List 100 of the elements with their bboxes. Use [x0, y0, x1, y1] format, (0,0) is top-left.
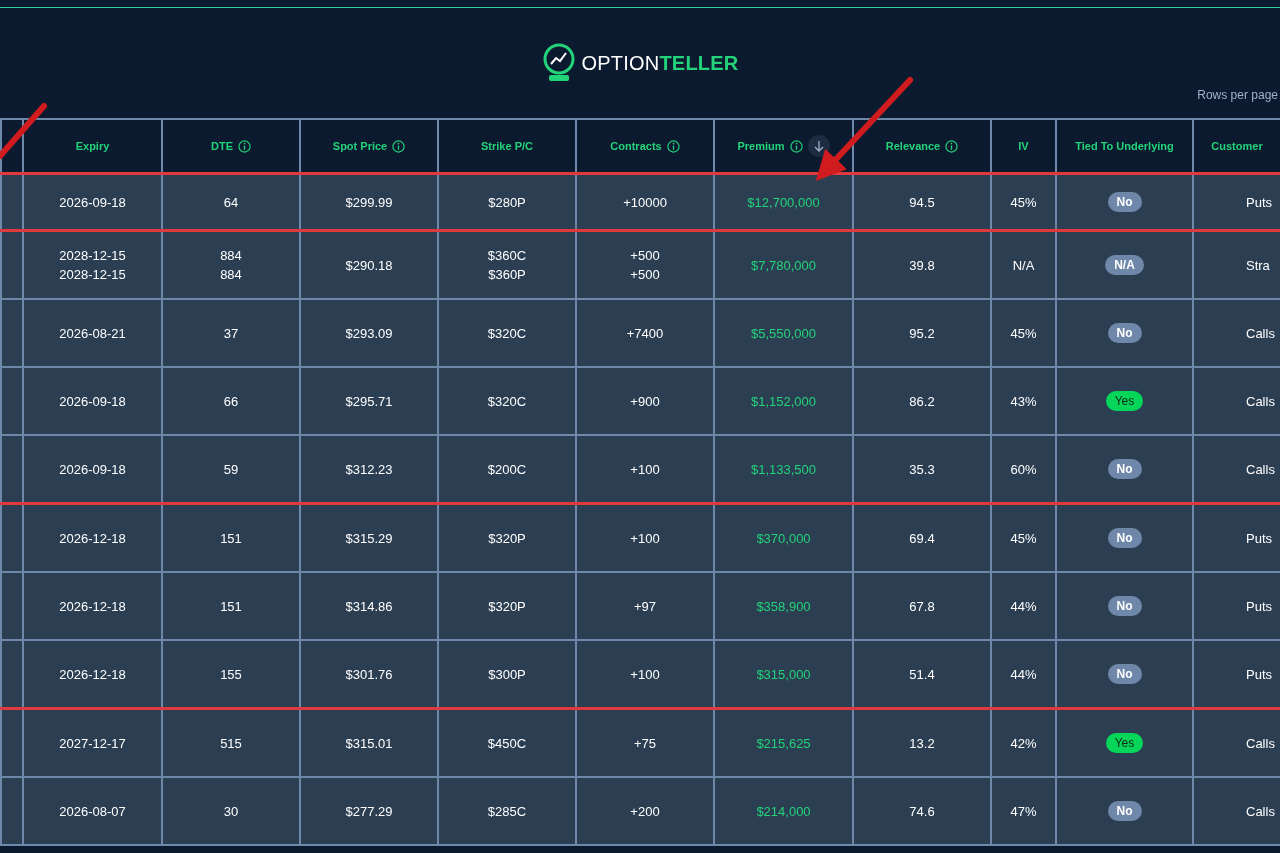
strike-text: $320C: [487, 392, 527, 411]
contracts-text: +200: [630, 802, 660, 821]
column-header[interactable]: Premium: [737, 140, 785, 152]
iv-text: 47%: [1010, 802, 1037, 821]
customer-text: Calls: [1246, 460, 1275, 479]
arrow-icon: [813, 140, 824, 152]
premium-text: $358,900: [756, 597, 811, 616]
expiry-text: 2026-08-21: [59, 324, 126, 343]
relevance-text: 95.2: [909, 324, 935, 343]
relevance-text: 69.4: [909, 529, 935, 548]
strike-text: $200C: [487, 460, 527, 479]
contracts-text: +100: [630, 460, 660, 479]
status-badge: N/A: [1105, 255, 1144, 275]
premium-text: $7,780,000: [750, 256, 817, 275]
relevance-text: 86.2: [909, 392, 935, 411]
contracts-text: +500: [630, 266, 660, 284]
relevance-text: 39.8: [909, 256, 935, 275]
customer-text: Calls: [1246, 734, 1275, 753]
relevance-text: 35.3: [909, 460, 935, 479]
spot-price-text: $290.18: [345, 256, 393, 275]
customer-text: Calls: [1246, 324, 1275, 343]
info-icon[interactable]: [238, 139, 251, 153]
strike-text: $360C: [487, 247, 527, 265]
logo-text: OPTIONTELLER: [581, 51, 739, 75]
contracts-text: +75: [633, 734, 657, 753]
expiry-text: 2026-09-18: [59, 193, 126, 212]
contracts-text: +100: [630, 529, 660, 548]
column-header[interactable]: DTE: [211, 140, 233, 152]
column-header[interactable]: Customer: [1211, 140, 1263, 152]
expiry-text: 2026-12-18: [59, 597, 126, 616]
relevance-text: 13.2: [909, 734, 935, 753]
iv-text: 44%: [1010, 597, 1037, 616]
info-icon[interactable]: [392, 139, 406, 153]
customer-text: Calls: [1246, 392, 1275, 411]
premium-text: $12,700,000: [747, 193, 820, 212]
iv-text: N/A: [1012, 256, 1035, 275]
spot-price-text: $293.09: [345, 324, 393, 343]
contracts-text: +7400: [626, 324, 664, 343]
premium-text: $214,000: [756, 802, 811, 821]
status-badge: No: [1107, 323, 1142, 343]
dte-text: 30: [223, 802, 239, 821]
strike-text: $320P: [488, 597, 526, 616]
strike-text: $450C: [487, 734, 527, 753]
info-icon[interactable]: [666, 139, 680, 153]
iv-text: 42%: [1010, 734, 1037, 753]
status-badge: No: [1107, 192, 1142, 212]
relevance-text: 67.8: [909, 597, 935, 616]
info-icon[interactable]: [789, 139, 803, 153]
spot-price-text: $315.29: [345, 529, 393, 548]
customer-text: Calls: [1246, 802, 1275, 821]
column-header[interactable]: Tied To Underlying: [1075, 140, 1174, 152]
contracts-text: +10000: [623, 193, 667, 212]
contracts-text: +500: [630, 247, 660, 265]
status-badge: Yes: [1105, 391, 1144, 411]
expiry-text: 2027-12-17: [59, 734, 126, 753]
expiry-text: 2026-09-18: [59, 392, 126, 411]
customer-text: Stra: [1246, 256, 1270, 275]
expiry-text: 2026-12-18: [59, 529, 126, 548]
relevance-text: 74.6: [909, 802, 935, 821]
relevance-text: 94.5: [909, 193, 935, 212]
column-header[interactable]: Spot Price: [332, 140, 388, 152]
status-badge: No: [1107, 801, 1142, 821]
strike-text: $280P: [488, 193, 526, 212]
relevance-text: 51.4: [909, 665, 935, 684]
spot-price-text: $312.23: [345, 460, 393, 479]
status-badge: No: [1107, 596, 1142, 616]
spot-price-text: $314.86: [345, 597, 393, 616]
dte-text: 151: [220, 529, 242, 548]
spot-price-text: $301.76: [345, 665, 393, 684]
column-header[interactable]: Contracts: [610, 140, 662, 152]
contracts-text: +97: [633, 597, 657, 616]
info-icon[interactable]: [945, 139, 959, 153]
strike-text: $285C: [487, 802, 527, 821]
column-header[interactable]: Expiry: [75, 140, 110, 152]
sort-button[interactable]: [807, 135, 830, 157]
dte-text: 66: [223, 392, 239, 411]
spot-price-text: $315.01: [345, 734, 393, 753]
dte-text: 884: [220, 247, 242, 265]
dte-text: 59: [223, 460, 239, 479]
logo-icon: [541, 43, 576, 83]
expiry-text: 2026-08-07: [59, 802, 126, 821]
strike-text: $300P: [488, 665, 526, 684]
dte-text: 64: [223, 193, 239, 212]
premium-text: $1,152,000: [750, 392, 817, 411]
dte-text: 155: [220, 665, 242, 684]
rows-per-page-label: Rows per page: [1197, 88, 1278, 102]
status-badge: Yes: [1105, 733, 1144, 753]
column-header[interactable]: Relevance: [885, 140, 941, 152]
strike-text: $320P: [488, 529, 526, 548]
contracts-text: +900: [630, 392, 660, 411]
expiry-text: 2028-12-15: [59, 247, 126, 265]
premium-text: $315,000: [756, 665, 811, 684]
status-badge: No: [1107, 459, 1142, 479]
column-header[interactable]: IV: [1018, 140, 1029, 152]
iv-text: 45%: [1010, 193, 1037, 212]
status-badge: No: [1107, 664, 1142, 684]
iv-text: 44%: [1010, 665, 1037, 684]
dte-text: 37: [223, 324, 239, 343]
column-header[interactable]: Strike P/C: [481, 140, 533, 152]
premium-text: $1,133,500: [750, 460, 817, 479]
